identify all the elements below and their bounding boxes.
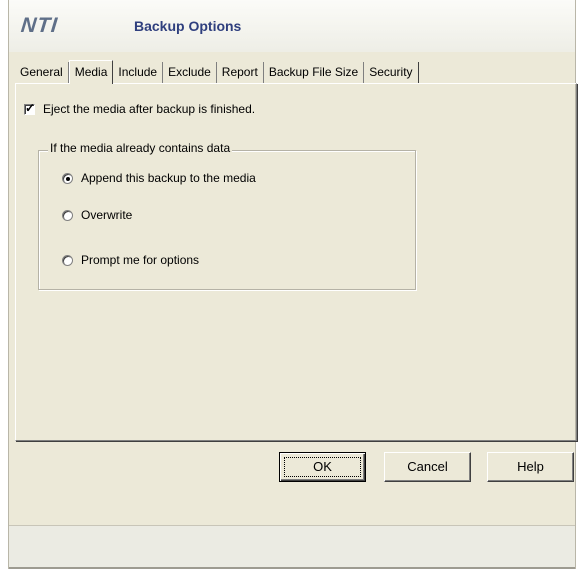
radio-append-option[interactable]: Append this backup to the media <box>62 171 256 185</box>
tab-exclude[interactable]: Exclude <box>163 62 217 83</box>
radio-append-label: Append this backup to the media <box>81 171 256 185</box>
eject-media-label: Eject the media after backup is finished… <box>43 102 256 116</box>
dialog-footer <box>9 526 575 569</box>
radio-overwrite[interactable] <box>62 209 73 221</box>
help-button-label: Help <box>517 459 544 474</box>
tab-backup-file-size-label: Backup File Size <box>268 65 359 79</box>
radio-prompt[interactable] <box>62 254 73 266</box>
tab-general[interactable]: General <box>15 62 69 83</box>
tab-exclude-label: Exclude <box>168 65 211 79</box>
tab-general-label: General <box>20 65 63 79</box>
cancel-button[interactable]: Cancel <box>384 452 471 482</box>
title-bar: NTI Backup Options <box>9 0 575 52</box>
eject-media-checkbox[interactable]: ✓ <box>24 100 36 115</box>
help-button[interactable]: Help <box>487 452 574 482</box>
tab-backup-file-size[interactable]: Backup File Size <box>264 62 365 83</box>
radio-overwrite-option[interactable]: Overwrite <box>62 208 132 222</box>
ok-button-label: OK <box>313 459 332 474</box>
cancel-button-label: Cancel <box>407 459 448 474</box>
tab-include-label: Include <box>118 65 158 79</box>
dialog-title: Backup Options <box>134 18 242 34</box>
radio-prompt-label: Prompt me for options <box>81 253 200 267</box>
tab-security[interactable]: Security <box>364 62 419 83</box>
tab-security-label: Security <box>369 65 413 79</box>
tab-media-label: Media <box>74 65 108 79</box>
radio-append[interactable] <box>62 172 73 184</box>
radio-selected-dot <box>66 176 70 181</box>
checkmark-icon: ✓ <box>25 100 36 115</box>
eject-media-option[interactable]: ✓ Eject the media after backup is finish… <box>24 100 256 116</box>
tab-include[interactable]: Include <box>113 62 164 83</box>
tab-media[interactable]: Media <box>68 60 114 84</box>
radio-overwrite-label: Overwrite <box>81 208 133 222</box>
nti-logo: NTI <box>19 14 60 37</box>
tab-report[interactable]: Report <box>217 62 264 83</box>
ok-button[interactable]: OK <box>279 452 366 482</box>
existing-data-group-label: If the media already contains data <box>48 141 233 155</box>
tab-strip: General Media Include Exclude Report Bac… <box>15 60 419 84</box>
tab-report-label: Report <box>221 65 258 79</box>
radio-prompt-option[interactable]: Prompt me for options <box>62 253 199 267</box>
